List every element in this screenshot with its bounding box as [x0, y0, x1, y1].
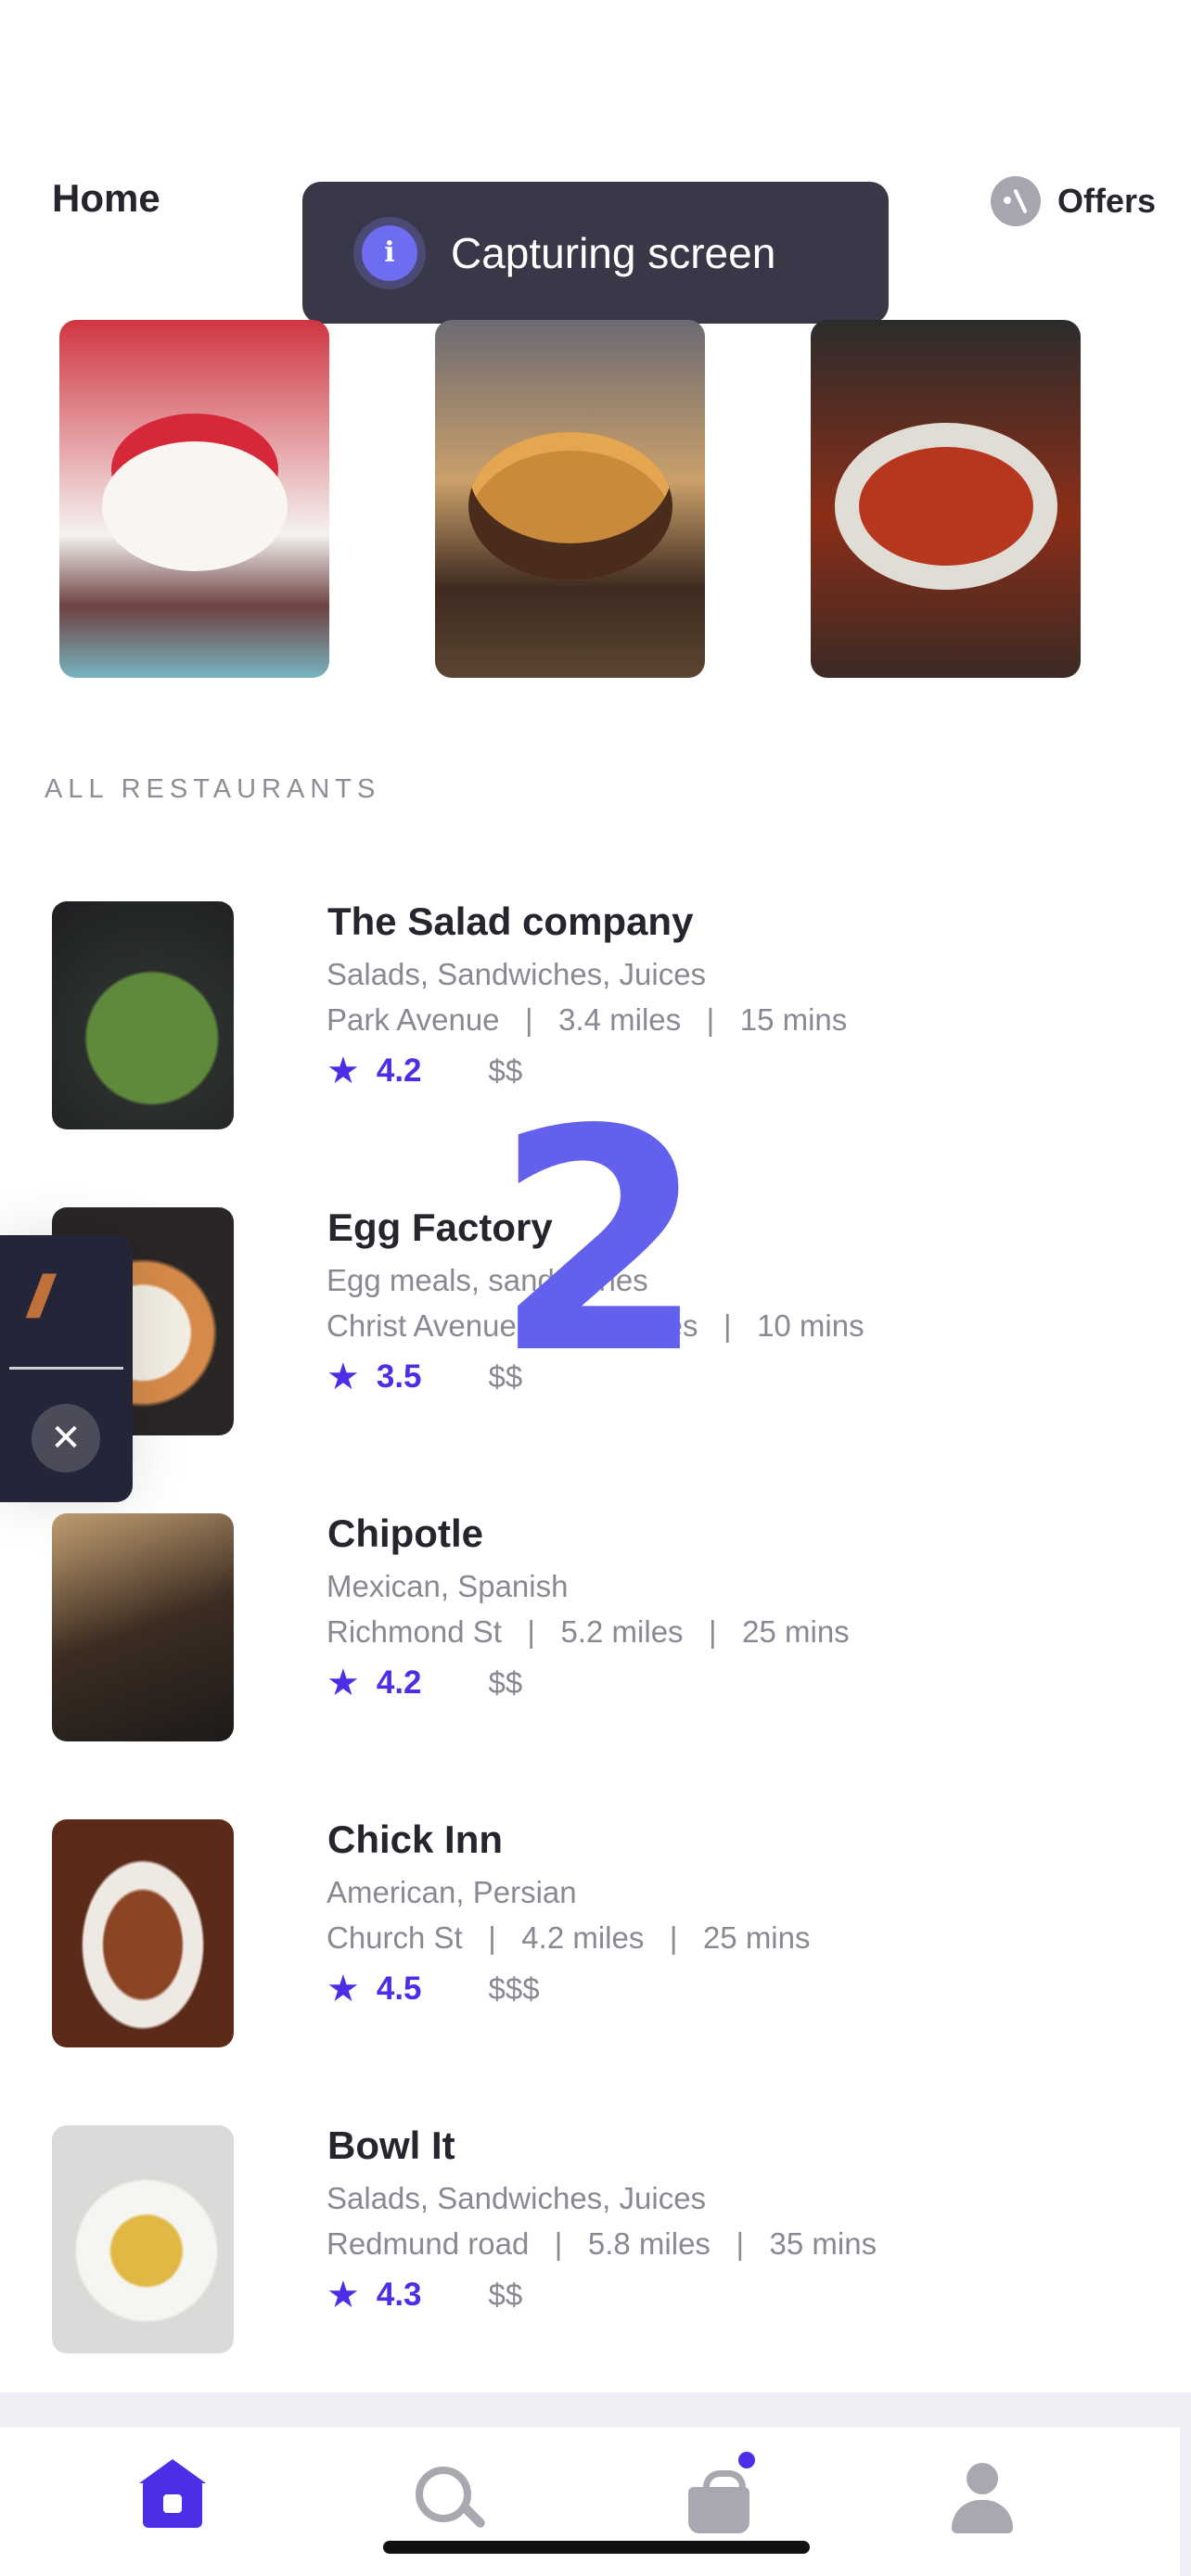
restaurant-item[interactable]: Bowl It Salads, Sandwiches, Juices Redmu…: [52, 2123, 1191, 2355]
restaurant-thumbnail: [52, 1819, 234, 2047]
price-level: $$: [488, 1665, 523, 1700]
featured-card-pasta[interactable]: [811, 320, 1081, 678]
tab-home[interactable]: [137, 2459, 211, 2537]
star-icon: ★: [327, 1357, 360, 1397]
restaurant-meta: Richmond St | 5.2 miles | 25 mins: [327, 1614, 850, 1649]
restaurant-item[interactable]: Chick Inn American, Persian Church St | …: [52, 1817, 1191, 2049]
rating-row: ★ 4.5 $$$: [327, 1970, 540, 2008]
rating-row: ★ 4.3 $$: [327, 2276, 522, 2314]
restaurant-thumbnail: [52, 901, 234, 1129]
restaurant-cuisine: Salads, Sandwiches, Juices: [327, 957, 707, 991]
search-icon-handle: [459, 2502, 487, 2530]
featured-carousel: [59, 320, 1191, 678]
basket-icon: [688, 2487, 749, 2533]
rating-value: 4.2: [376, 1052, 422, 1089]
star-icon: ★: [327, 1969, 360, 2009]
pasta-image: [834, 422, 1057, 590]
capture-side-panel: /// ✕: [0, 1235, 133, 1502]
close-button[interactable]: ✕: [32, 1404, 100, 1473]
burger-image: [467, 431, 672, 580]
search-icon: [416, 2467, 471, 2522]
star-icon: ★: [327, 1051, 360, 1091]
tab-cart[interactable]: [683, 2452, 757, 2537]
restaurant-name: Chipotle: [327, 1511, 483, 1555]
tab-profile[interactable]: [946, 2463, 1020, 2537]
countdown-number: 2: [493, 1065, 707, 1421]
tab-search[interactable]: [412, 2463, 487, 2537]
restaurant-meta: Park Avenue | 3.4 miles | 15 mins: [327, 1002, 848, 1037]
divider: [9, 1367, 123, 1370]
restaurant-name: Bowl It: [327, 2123, 455, 2167]
price-level: $$: [488, 2277, 523, 2312]
rating-row: ★ 4.2 $$: [327, 1664, 522, 1702]
restaurant-cuisine: Mexican, Spanish: [327, 1569, 569, 1603]
info-icon: i: [362, 224, 417, 281]
restaurant-meta: Church St | 4.2 miles | 25 mins: [327, 1920, 811, 1955]
toast-text: Capturing screen: [451, 228, 776, 277]
restaurant-name: The Salad company: [327, 899, 694, 943]
star-icon: ★: [327, 1663, 360, 1703]
cart-badge-dot: [738, 2452, 755, 2468]
rating-value: 4.2: [376, 1664, 422, 1701]
rating-value: 3.5: [376, 1358, 422, 1395]
discount-icon: [990, 176, 1041, 226]
home-indicator[interactable]: [383, 2541, 810, 2554]
home-icon: [139, 2459, 206, 2528]
section-title: ALL RESTAURANTS: [45, 774, 381, 804]
profile-icon-body: [952, 2500, 1013, 2533]
restaurant-cuisine: Salads, Sandwiches, Juices: [327, 2181, 707, 2215]
star-icon: ★: [327, 2275, 360, 2315]
restaurant-thumbnail: [52, 2125, 234, 2353]
offers-button[interactable]: Offers: [990, 176, 1156, 226]
app-logo-icon: ///: [28, 1263, 51, 1330]
restaurant-name: Chick Inn: [327, 1817, 504, 1861]
offers-label: Offers: [1057, 182, 1156, 220]
restaurant-item[interactable]: Chipotle Mexican, Spanish Richmond St | …: [52, 1511, 1191, 1743]
bottom-tab-bar: [0, 2428, 1180, 2576]
restaurant-thumbnail: [52, 1513, 234, 1741]
featured-card-dessert[interactable]: [59, 320, 329, 678]
featured-card-burger[interactable]: [435, 320, 705, 678]
dessert-image: [101, 440, 288, 571]
rating-value: 4.3: [376, 2276, 422, 2313]
restaurant-meta: Redmund road | 5.8 miles | 35 mins: [327, 2226, 877, 2261]
price-level: $$$: [488, 1971, 540, 2006]
restaurant-cuisine: American, Persian: [327, 1875, 577, 1909]
page-title: Home: [52, 176, 160, 220]
profile-icon: [967, 2463, 998, 2494]
rating-value: 4.5: [376, 1970, 422, 2007]
capture-toast: i Capturing screen: [302, 182, 889, 324]
